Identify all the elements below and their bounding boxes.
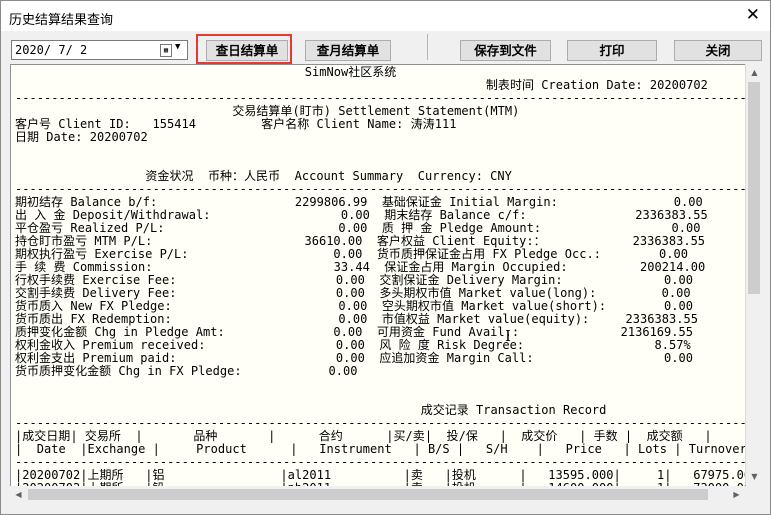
- report-line: ----------------------------------------…: [15, 416, 746, 430]
- query-window: 历史结算结果查询 ✕ 2020/ 7/ 2 ▦ ▼ 查日结算单 查月结算单 保存…: [0, 0, 771, 515]
- horizontal-scroll-thumb[interactable]: [28, 489, 708, 500]
- print-button[interactable]: 打印: [567, 40, 657, 61]
- report-line: 交割手续费 Delivery Fee: 0.00 多头期权市值 Market v…: [15, 286, 691, 300]
- calendar-icon[interactable]: ▦: [160, 44, 172, 57]
- report-line: 质押变化金额 Chg in Pledge Amt: 0.00 可用资金 Fund…: [15, 325, 694, 339]
- date-value: 2020/ 7/ 2: [15, 43, 88, 57]
- vertical-scroll-thumb[interactable]: [748, 82, 760, 294]
- report-line: 货币质入 New FX Pledge: 0.00 空头期权市值 Market v…: [15, 299, 694, 313]
- report-line: 行权手续费 Exercise Fee: 0.00 交割保证金 Delivery …: [15, 273, 694, 287]
- report-line: 交易结算单(盯市) Settlement Statement(MTM): [232, 104, 520, 118]
- text-cursor-icon: I: [505, 327, 511, 345]
- chevron-down-icon[interactable]: ▼: [175, 42, 180, 52]
- title-bar: 历史结算结果查询 ✕: [1, 1, 770, 31]
- horizontal-scrollbar[interactable]: ◀ ▶: [10, 486, 745, 503]
- report-line: |20200702|上期所 |铝 |al2011 |卖 |投机 | 13595.…: [15, 468, 745, 482]
- report-line: 期初结存 Balance b/f: 2299806.99 基础保证金 Initi…: [15, 195, 703, 209]
- report-line: |成交日期| 交易所 | 品种 | 合约 |买/卖| 投/保 | 成交价 | 手…: [15, 429, 712, 443]
- report-line: ----------------------------------------…: [15, 455, 746, 469]
- report-line: 资金状况 币种：人民币 Account Summary Currency: CN…: [145, 169, 512, 183]
- settlement-report[interactable]: SimNow社区系统 制表时间 Creation Date: 20200702 …: [10, 64, 746, 487]
- close-button[interactable]: 关闭: [674, 40, 762, 61]
- highlight-box: [196, 34, 292, 64]
- vertical-scrollbar[interactable]: ▲ ▼: [745, 64, 763, 485]
- report-line: 持仓盯市盈亏 MTM P/L: 36610.00 客户权益 Client Equ…: [15, 234, 706, 248]
- scroll-up-icon[interactable]: ▲: [746, 64, 763, 81]
- report-line: ----------------------------------------…: [15, 182, 746, 196]
- report-line: 成交记录 Transaction Record: [420, 403, 607, 417]
- report-line: 货币质出 FX Redemption: 0.00 市值权益 Market val…: [15, 312, 698, 326]
- window-title: 历史结算结果查询: [9, 13, 114, 28]
- report-line: | Date |Exchange | Product | Instrument …: [15, 442, 746, 456]
- report-line: 出 入 金 Deposit/Withdrawal: 0.00 期末结存 Bala…: [15, 208, 708, 222]
- report-line: 期权执行盈亏 Exercise P/L: 0.00 货币质押保证金占用 FX P…: [15, 247, 688, 261]
- report-line: 权利金收入 Premium received: 0.00 风 险 度 Risk …: [15, 338, 691, 352]
- save-to-file-button[interactable]: 保存到文件: [460, 40, 551, 61]
- date-picker[interactable]: 2020/ 7/ 2 ▦ ▼: [11, 40, 188, 60]
- report-line: ----------------------------------------…: [15, 91, 746, 105]
- report-line: 平仓盈亏 Realized P/L: 0.00 质 押 金 Pledge Amo…: [15, 221, 701, 235]
- scroll-right-icon[interactable]: ▶: [728, 486, 745, 503]
- report-line: 货币质押变化金额 Chg in FX Pledge: 0.00: [15, 364, 358, 378]
- scroll-left-icon[interactable]: ◀: [10, 486, 27, 503]
- report-line: 制表时间 Creation Date: 20200702: [485, 78, 708, 92]
- scroll-corner: [745, 486, 762, 503]
- scroll-down-icon[interactable]: ▼: [746, 468, 763, 485]
- report-line: SimNow社区系统: [304, 65, 397, 79]
- report-text: SimNow社区系统 制表时间 Creation Date: 20200702 …: [11, 65, 745, 487]
- query-monthly-button[interactable]: 查月结算单: [305, 40, 391, 61]
- close-icon[interactable]: ✕: [746, 5, 760, 25]
- report-line: 客户号 Client ID: 155414 客户名称 Client Name: …: [15, 117, 457, 131]
- report-line: 手 续 费 Commission: 33.44 保证金占用 Margin Occ…: [15, 260, 706, 274]
- toolbar-divider: [427, 34, 428, 60]
- report-line: 日期 Date: 20200702: [15, 130, 148, 144]
- report-line: 权利金支出 Premium paid: 0.00 应追加资金 Margin Ca…: [15, 351, 694, 365]
